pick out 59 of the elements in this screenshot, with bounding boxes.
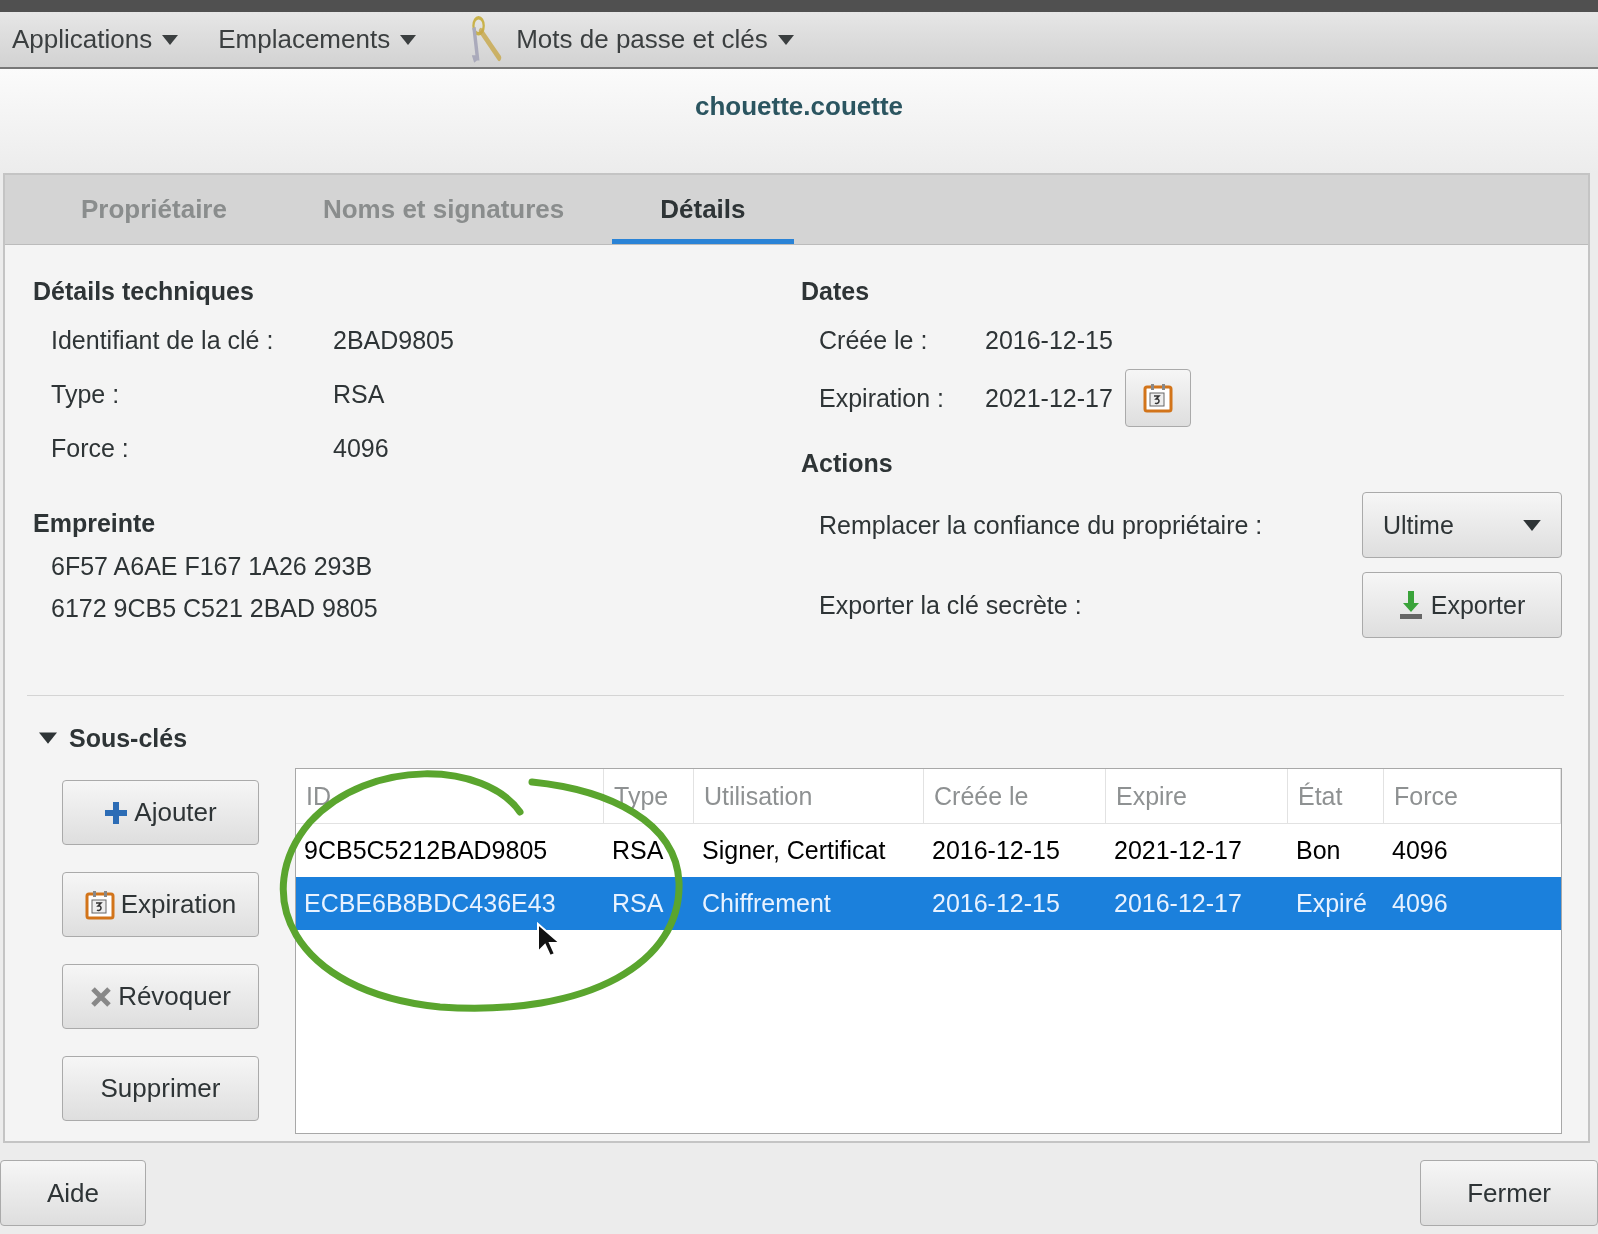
dialog-button[interactable]: Aide: [0, 1160, 147, 1226]
calendar-icon: [84, 889, 115, 920]
fingerprint-line: 6172 9CB5 C521 2BAD 9805: [50, 592, 379, 624]
subkey-action-button[interactable]: Révoquer: [62, 964, 259, 1029]
field-label: Remplacer la confiance du propriétaire :: [819, 510, 1264, 540]
menu-button[interactable]: Emplacements: [218, 12, 417, 67]
trust-dropdown[interactable]: Ultime: [1362, 492, 1562, 558]
fingerprint-line: 6F57 A6AE F167 1A26 293B: [50, 550, 374, 582]
table-cell-text: RSA: [611, 835, 665, 866]
field-label: Identifiant de la clé :: [51, 325, 275, 355]
menu-button[interactable]: Applications: [12, 12, 179, 67]
caret-icon: [400, 34, 417, 45]
tab[interactable]: Détails: [612, 175, 794, 244]
field-value: 4096: [333, 433, 389, 463]
field-label: Expiration :: [819, 383, 946, 413]
field-label: Force :: [51, 433, 130, 463]
section-heading: Actions: [801, 447, 894, 479]
section-heading: Dates: [801, 275, 871, 307]
table-cell-text: 2016-12-15: [931, 835, 1061, 866]
table-row[interactable]: ECBE6B8BDC436E43 RSA Chiffrement 2016-12-15 2016-12-17 Expiré 4096: [296, 877, 1561, 930]
dialog-button[interactable]: Fermer: [1420, 1160, 1598, 1226]
section-heading: Empreinte: [33, 507, 157, 539]
caret-icon: [162, 34, 179, 45]
caret-icon: [777, 34, 794, 45]
table-cell-text: Expiré: [1295, 888, 1368, 919]
subkey-action-button[interactable]: Ajouter: [62, 780, 259, 845]
table-cell-text: 9CB5C5212BAD9805: [303, 835, 549, 866]
section-heading: Détails techniques: [33, 275, 255, 307]
field-value: 2016-12-15: [985, 325, 1113, 355]
calendar-button[interactable]: [1124, 369, 1191, 427]
table-cell-text: 4096: [1391, 888, 1449, 919]
table-cell-text: Chiffrement: [701, 888, 832, 919]
table-cell-text: 4096: [1391, 835, 1449, 866]
field-value: 2BAD9805: [333, 325, 454, 355]
field-label: Type :: [51, 379, 121, 409]
section-heading: Sous-clés: [69, 723, 188, 753]
table-cell-text: 2016-12-15: [931, 888, 1061, 919]
x-icon: [90, 985, 113, 1008]
menu-button[interactable]: Mots de passe et clés: [466, 12, 794, 67]
table-cell-text: Bon: [1295, 835, 1342, 866]
table-cell-text: ECBE6B8BDC436E43: [303, 888, 557, 919]
export-button[interactable]: Exporter: [1362, 572, 1562, 638]
subkey-action-button[interactable]: Supprimer: [62, 1056, 259, 1121]
download-icon: [1398, 590, 1423, 620]
field-label: Exporter la clé secrète :: [819, 590, 1083, 620]
table-cell-text: 2016-12-17: [1113, 888, 1243, 919]
plus-icon: [104, 800, 129, 825]
field-value: 2021-12-17: [985, 383, 1113, 413]
table-cell-text: RSA: [611, 888, 665, 919]
table-cell-text: Signer, Certificat: [701, 835, 887, 866]
subkeys-expander[interactable]: Sous-clés: [5, 696, 1588, 758]
expander-icon: [39, 732, 57, 744]
window-title: chouette.couette: [695, 90, 903, 122]
calendar-icon: [1142, 383, 1173, 413]
subkey-action-button[interactable]: Expiration: [62, 872, 259, 937]
field-label: Créée le :: [819, 325, 929, 355]
table-cell-text: 2021-12-17: [1113, 835, 1243, 866]
caret-icon: [1523, 519, 1541, 531]
field-value: RSA: [333, 379, 385, 409]
